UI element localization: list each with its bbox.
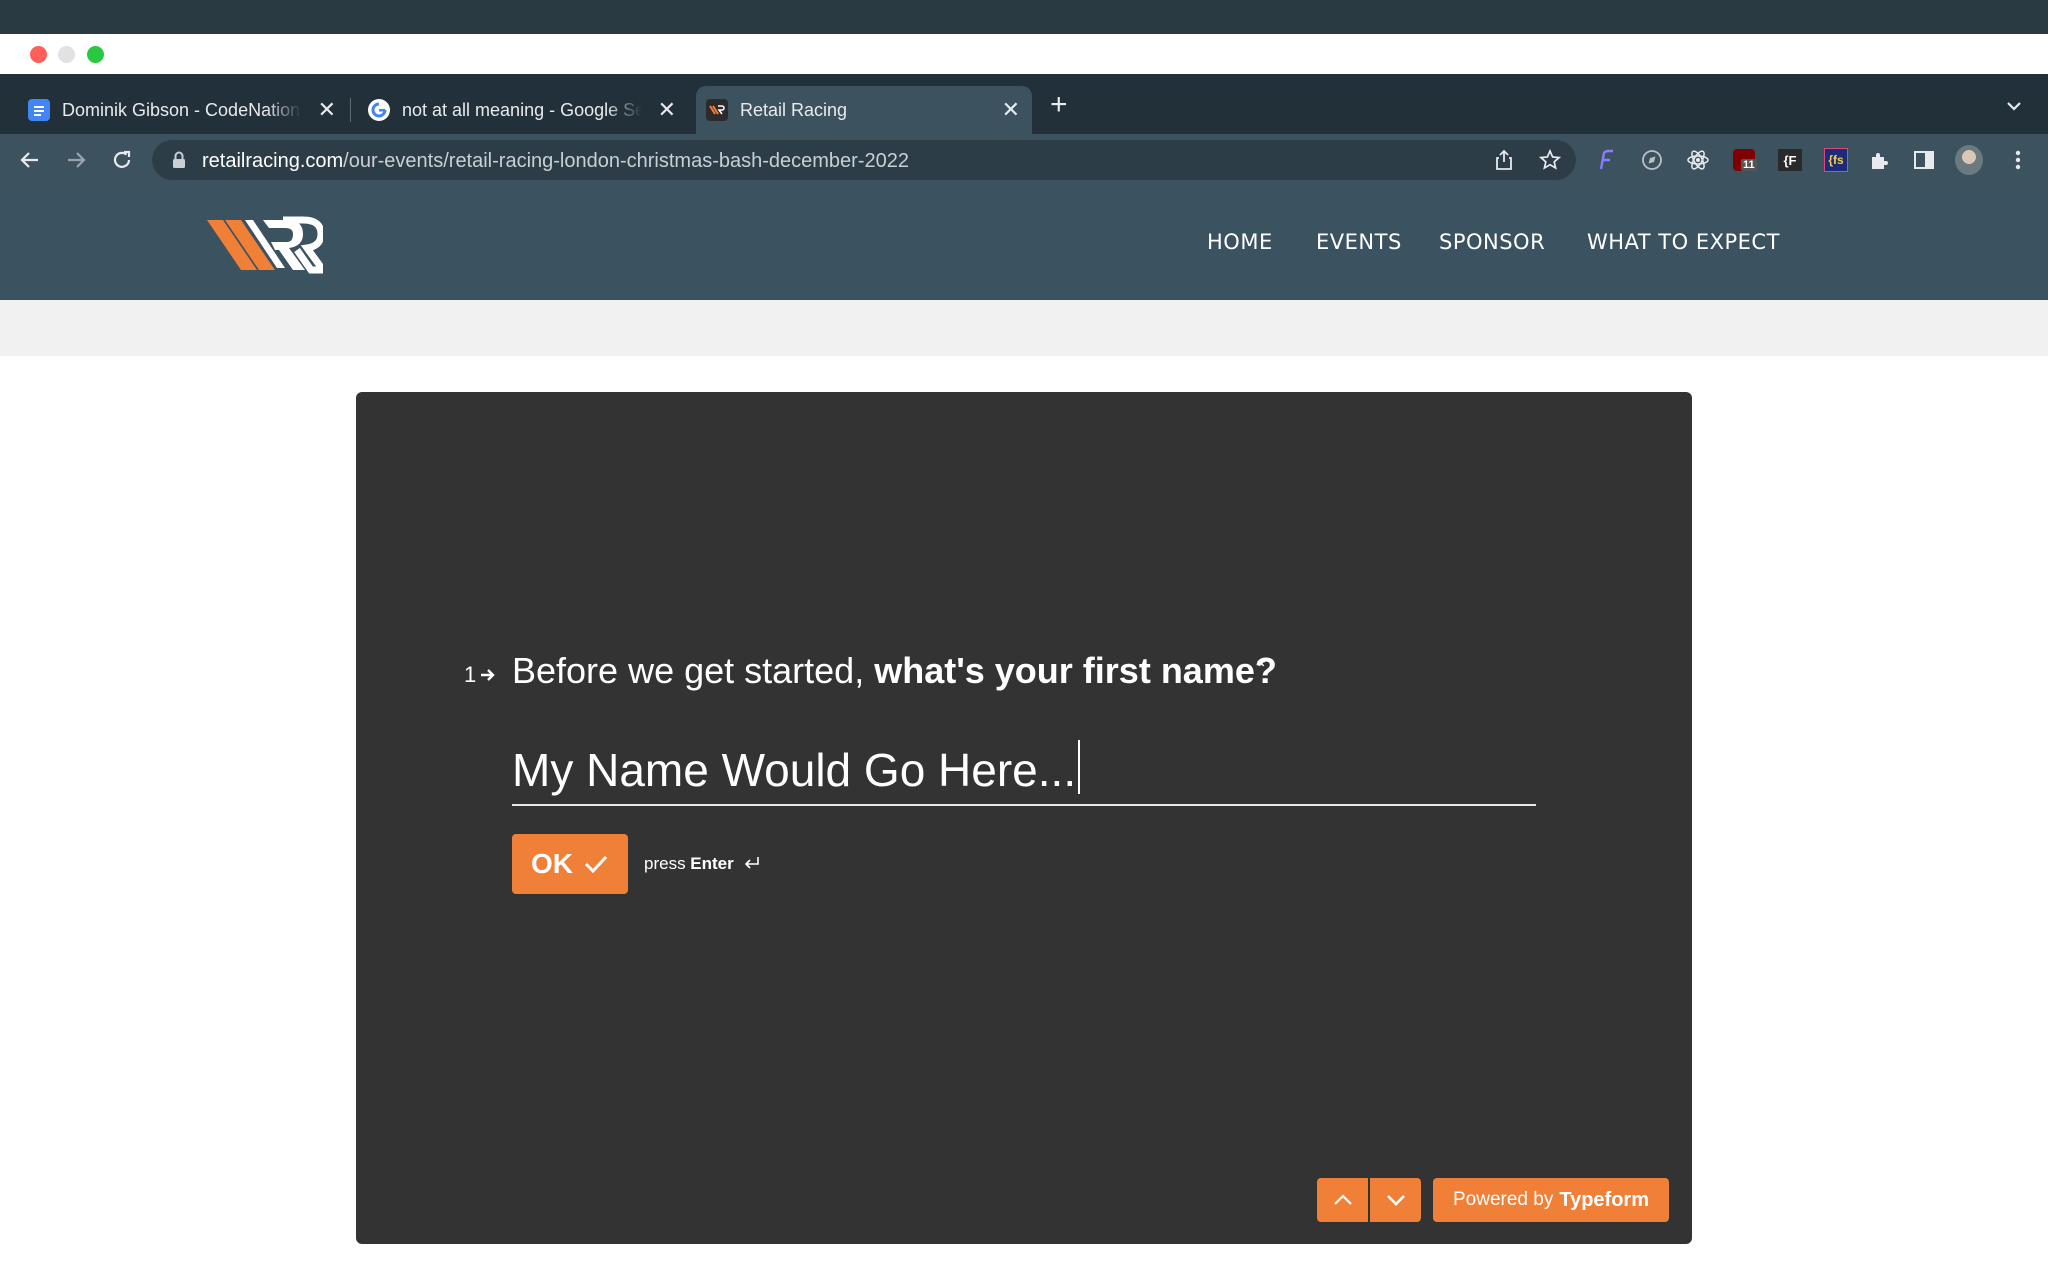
enter-hint: press Enter bbox=[644, 854, 761, 874]
maximize-window-button[interactable] bbox=[87, 46, 104, 63]
react-devtools-icon[interactable] bbox=[1684, 146, 1712, 174]
lock-icon[interactable] bbox=[172, 151, 186, 174]
tab-label: Dominik Gibson - CodeNation bbox=[62, 99, 301, 120]
required-asterisk: * bbox=[1257, 654, 1266, 679]
answer-value: My Name Would Go Here... bbox=[512, 744, 1077, 796]
powered-brand: Typeform bbox=[1559, 1188, 1649, 1211]
bookmark-star-icon[interactable] bbox=[1538, 148, 1562, 172]
browser-toolbar: retailracing.com/our-events/retail-racin… bbox=[0, 134, 2048, 186]
share-icon[interactable] bbox=[1492, 148, 1516, 172]
question-text: Before we get started, what's your first… bbox=[512, 650, 1277, 692]
next-question-button[interactable] bbox=[1370, 1178, 1421, 1222]
google-icon bbox=[368, 99, 390, 121]
typeform-panel: 1 Before we get started, what's your fir… bbox=[356, 392, 1692, 1244]
chevron-up-icon bbox=[1333, 1194, 1352, 1205]
tab-label: not at all meaning - Google Search bbox=[402, 99, 642, 120]
tab-retail-racing[interactable]: Retail Racing ✕ bbox=[696, 86, 1032, 134]
ok-button[interactable]: OK bbox=[512, 834, 628, 894]
arrow-right-icon bbox=[481, 669, 495, 681]
question-number: 1 bbox=[464, 662, 497, 688]
profile-avatar[interactable] bbox=[1955, 145, 1983, 175]
extension-f-icon[interactable] bbox=[1592, 146, 1620, 174]
window-title-bar bbox=[0, 34, 2048, 74]
os-top-bar bbox=[0, 0, 2048, 34]
ublock-origin-icon[interactable]: 11 bbox=[1730, 146, 1758, 174]
close-tab-icon[interactable]: ✕ bbox=[1002, 98, 1020, 122]
extension-braces-icon[interactable]: {F bbox=[1776, 146, 1804, 174]
address-bar[interactable]: retailracing.com/our-events/retail-racin… bbox=[152, 140, 1576, 180]
tab-separator bbox=[350, 98, 351, 122]
forward-arrow-icon[interactable] bbox=[58, 142, 94, 178]
tab-search-chevron-icon[interactable] bbox=[2004, 96, 2024, 116]
url-path: /our-events/retail-racing-london-christm… bbox=[343, 150, 909, 172]
ok-label: OK bbox=[531, 848, 573, 879]
tab-strip: Dominik Gibson - CodeNation ✕ not at all… bbox=[0, 74, 2048, 134]
chevron-down-icon bbox=[1386, 1195, 1405, 1206]
page-band bbox=[0, 300, 2048, 356]
nav-home[interactable]: HOME bbox=[1207, 230, 1273, 254]
reload-icon[interactable] bbox=[104, 142, 140, 178]
powered-prefix: Powered by bbox=[1453, 1189, 1554, 1210]
return-key-icon bbox=[744, 857, 759, 869]
tab-google-search[interactable]: not at all meaning - Google Search ✕ bbox=[358, 86, 688, 134]
back-arrow-icon[interactable] bbox=[12, 142, 48, 178]
extension-compass-icon[interactable] bbox=[1638, 146, 1666, 174]
previous-question-button[interactable] bbox=[1317, 1178, 1368, 1222]
extensions-puzzle-icon[interactable] bbox=[1866, 146, 1894, 174]
close-tab-icon[interactable]: ✕ bbox=[658, 98, 676, 122]
tab-codenation[interactable]: Dominik Gibson - CodeNation ✕ bbox=[18, 86, 348, 134]
extension-badge: 11 bbox=[1741, 159, 1757, 171]
first-name-input[interactable]: My Name Would Go Here... bbox=[512, 740, 1536, 806]
powered-by-typeform-link[interactable]: Powered by Typeform bbox=[1433, 1178, 1669, 1222]
checkmark-icon bbox=[584, 855, 608, 874]
nav-sponsor[interactable]: SPONSOR bbox=[1439, 230, 1545, 254]
browser-menu-icon[interactable] bbox=[2004, 146, 2032, 174]
nav-events[interactable]: EVENTS bbox=[1316, 230, 1402, 254]
new-tab-button[interactable]: + bbox=[1050, 90, 1068, 120]
url-host: retailracing.com bbox=[202, 150, 344, 172]
close-tab-icon[interactable]: ✕ bbox=[318, 98, 336, 122]
hint-prefix: press bbox=[644, 854, 691, 873]
url-text[interactable]: retailracing.com/our-events/retail-racin… bbox=[202, 150, 909, 173]
text-caret bbox=[1078, 740, 1081, 794]
side-panel-icon[interactable] bbox=[1910, 146, 1938, 174]
close-window-button[interactable] bbox=[30, 46, 47, 63]
hint-key: Enter bbox=[690, 854, 734, 873]
question-navigation bbox=[1317, 1178, 1421, 1222]
retail-racing-logo[interactable] bbox=[205, 212, 330, 276]
minimize-window-button[interactable] bbox=[58, 46, 75, 63]
question-number-value: 1 bbox=[464, 662, 477, 687]
question-emphasis: what's your first name? bbox=[874, 650, 1277, 691]
tab-label: Retail Racing bbox=[740, 99, 848, 120]
extension-fs-icon[interactable]: {fs bbox=[1822, 146, 1850, 174]
google-docs-icon bbox=[28, 99, 50, 121]
nav-what-to-expect[interactable]: WHAT TO EXPECT bbox=[1587, 230, 1780, 254]
question-prefix: Before we get started, bbox=[512, 650, 875, 691]
retail-racing-favicon bbox=[706, 99, 728, 121]
